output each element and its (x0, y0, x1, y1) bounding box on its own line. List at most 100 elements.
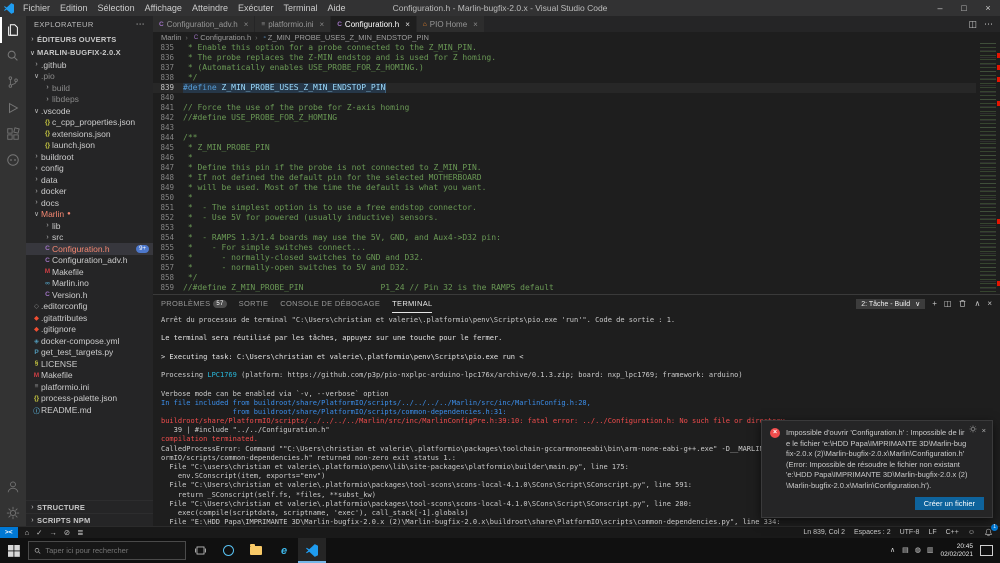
tree-item[interactable]: {} c_cpp_properties.json (26, 117, 153, 129)
tree-item[interactable]: {} launch.json (26, 140, 153, 152)
tree-item[interactable]: ◈ docker-compose.yml (26, 335, 153, 347)
notification-center-button[interactable] (980, 545, 993, 556)
split-editor-icon[interactable]: ◫ (968, 19, 977, 30)
activity-bar-item-source-control[interactable] (0, 69, 26, 95)
tree-item[interactable]: › config (26, 163, 153, 175)
status-item[interactable]: C++ (946, 529, 959, 536)
tree-item[interactable]: › docker (26, 186, 153, 198)
menu-item[interactable]: Exécuter (233, 3, 279, 13)
tree-item[interactable]: ◇ .editorconfig (26, 301, 153, 313)
editor-tab[interactable]: C Configuration.h × (331, 16, 417, 32)
notifications-bell[interactable]: 1 (984, 528, 993, 537)
feedback-icon[interactable]: ☺ (968, 529, 975, 536)
tray-chevron-icon[interactable]: ∧ (890, 547, 895, 554)
editor-tab[interactable]: ≡ platformio.ini × (255, 16, 331, 32)
cortana-button[interactable] (214, 538, 242, 563)
pio-toolbar-icon[interactable]: ✓ (36, 529, 42, 537)
task-view-button[interactable] (186, 538, 214, 563)
start-button[interactable] (0, 538, 28, 563)
status-item[interactable]: UTF-8 (900, 529, 920, 536)
pio-toolbar-icon[interactable]: ⊘ (64, 529, 70, 537)
notification-close-icon[interactable]: × (982, 426, 986, 435)
tree-item[interactable]: ◆ .gitattributes (26, 312, 153, 324)
panel-tab[interactable]: TERMINAL (392, 295, 432, 313)
activity-bar-item-platformio[interactable] (0, 147, 26, 173)
close-icon[interactable]: × (320, 20, 325, 29)
terminal-selector[interactable]: 2: Tâche - Build ∨ (856, 299, 925, 309)
tree-item[interactable]: › build (26, 82, 153, 94)
tree-item[interactable]: C Configuration.h 9+ (26, 243, 153, 255)
tray-icon[interactable]: ▥ (927, 547, 934, 554)
activity-bar-item-settings[interactable] (0, 500, 26, 526)
search-input[interactable] (45, 546, 180, 555)
tree-item[interactable]: › buildroot (26, 151, 153, 163)
remote-indicator[interactable]: >< (0, 527, 18, 538)
close-button[interactable]: × (976, 0, 1000, 16)
tree-item[interactable]: ◆ .gitignore (26, 324, 153, 336)
panel-tab[interactable]: CONSOLE DE DÉBOGAGE (280, 295, 380, 313)
panel-tab[interactable]: SORTIE (239, 295, 269, 313)
activity-bar-item-run-debug[interactable] (0, 95, 26, 121)
tree-item[interactable]: {} process-palette.json (26, 393, 153, 405)
menu-item[interactable]: Affichage (140, 3, 187, 13)
section-open-editors[interactable]: › ÉDITEURS OUVERTS (26, 33, 153, 46)
tree-item[interactable]: ∨ .vscode (26, 105, 153, 117)
breadcrumb-item[interactable]: C Configuration.h (181, 33, 251, 42)
status-item[interactable]: LF (928, 529, 936, 536)
pio-toolbar-icon[interactable]: → (49, 529, 57, 537)
tree-item[interactable]: › libdeps (26, 94, 153, 106)
tree-item[interactable]: ∨ Marlin ● (26, 209, 153, 221)
more-actions-icon[interactable]: ⋯ (136, 19, 145, 30)
tree-item[interactable]: § LICENSE (26, 358, 153, 370)
close-icon[interactable]: × (473, 20, 478, 29)
edge-button[interactable]: e (270, 538, 298, 563)
menu-item[interactable]: Fichier (18, 3, 55, 13)
close-panel-icon[interactable]: × (987, 300, 992, 308)
tree-item[interactable]: › src (26, 232, 153, 244)
pio-toolbar-icon[interactable]: ⌂ (25, 529, 30, 537)
breadcrumb-item[interactable]: Marlin (161, 33, 181, 42)
vscode-taskbar-button[interactable] (298, 538, 326, 563)
menu-item[interactable]: Edition (55, 3, 93, 13)
tree-item[interactable]: ∞ Marlin.ino (26, 278, 153, 290)
tray-clock[interactable]: 20:45 02/02/2021 (940, 543, 973, 558)
sidebar-section[interactable]: › SCRIPTS NPM (26, 513, 153, 526)
section-root-folder[interactable]: ∨ MARLIN-BUGFIX-2.0.X (26, 46, 153, 59)
status-item[interactable]: Espaces : 2 (854, 529, 891, 536)
menu-item[interactable]: Atteindre (187, 3, 233, 13)
editor-tab[interactable]: C Configuration_adv.h × (153, 16, 255, 32)
activity-bar-item-account[interactable] (0, 474, 26, 500)
tree-item[interactable]: C Configuration_adv.h (26, 255, 153, 267)
tree-item[interactable]: C Version.h (26, 289, 153, 301)
activity-bar-item-extensions[interactable] (0, 121, 26, 147)
tree-item[interactable]: ∨ .pio (26, 71, 153, 83)
minimap[interactable] (980, 43, 996, 294)
file-explorer-button[interactable] (242, 538, 270, 563)
kill-terminal-icon[interactable] (958, 299, 967, 310)
activity-bar-item-explorer[interactable] (0, 17, 26, 43)
tree-item[interactable]: › .github (26, 59, 153, 71)
tree-item[interactable]: › docs (26, 197, 153, 209)
tree-item[interactable]: › lib (26, 220, 153, 232)
tree-item[interactable]: {} extensions.json (26, 128, 153, 140)
status-item[interactable]: Ln 839, Col 2 (803, 529, 845, 536)
menu-item[interactable]: Sélection (93, 3, 140, 13)
tree-item[interactable]: ⓘ README.md (26, 404, 153, 416)
tree-item[interactable]: M Makefile (26, 370, 153, 382)
sidebar-section[interactable]: › STRUCTURE (26, 500, 153, 513)
tray-icon[interactable]: ◍ (915, 547, 921, 554)
more-actions-icon[interactable]: ⋯ (984, 19, 993, 30)
notification-gear-icon[interactable] (969, 425, 977, 435)
close-icon[interactable]: × (244, 20, 249, 29)
editor-tab[interactable]: ⌂ PIO Home × (417, 16, 485, 32)
new-terminal-icon[interactable]: + (932, 300, 937, 308)
tree-item[interactable]: P get_test_targets.py (26, 347, 153, 359)
menu-item[interactable]: Aide (323, 3, 351, 13)
tray-icon[interactable]: ▤ (902, 547, 909, 554)
activity-bar-item-search[interactable] (0, 43, 26, 69)
minimize-button[interactable]: – (928, 0, 952, 16)
breadcrumb-item[interactable]: ▫ Z_MIN_PROBE_USES_Z_MIN_ENDSTOP_PIN (251, 33, 429, 42)
split-terminal-icon[interactable]: ◫ (944, 300, 952, 308)
tree-item[interactable]: ≡ platformio.ini (26, 381, 153, 393)
menu-item[interactable]: Terminal (279, 3, 323, 13)
